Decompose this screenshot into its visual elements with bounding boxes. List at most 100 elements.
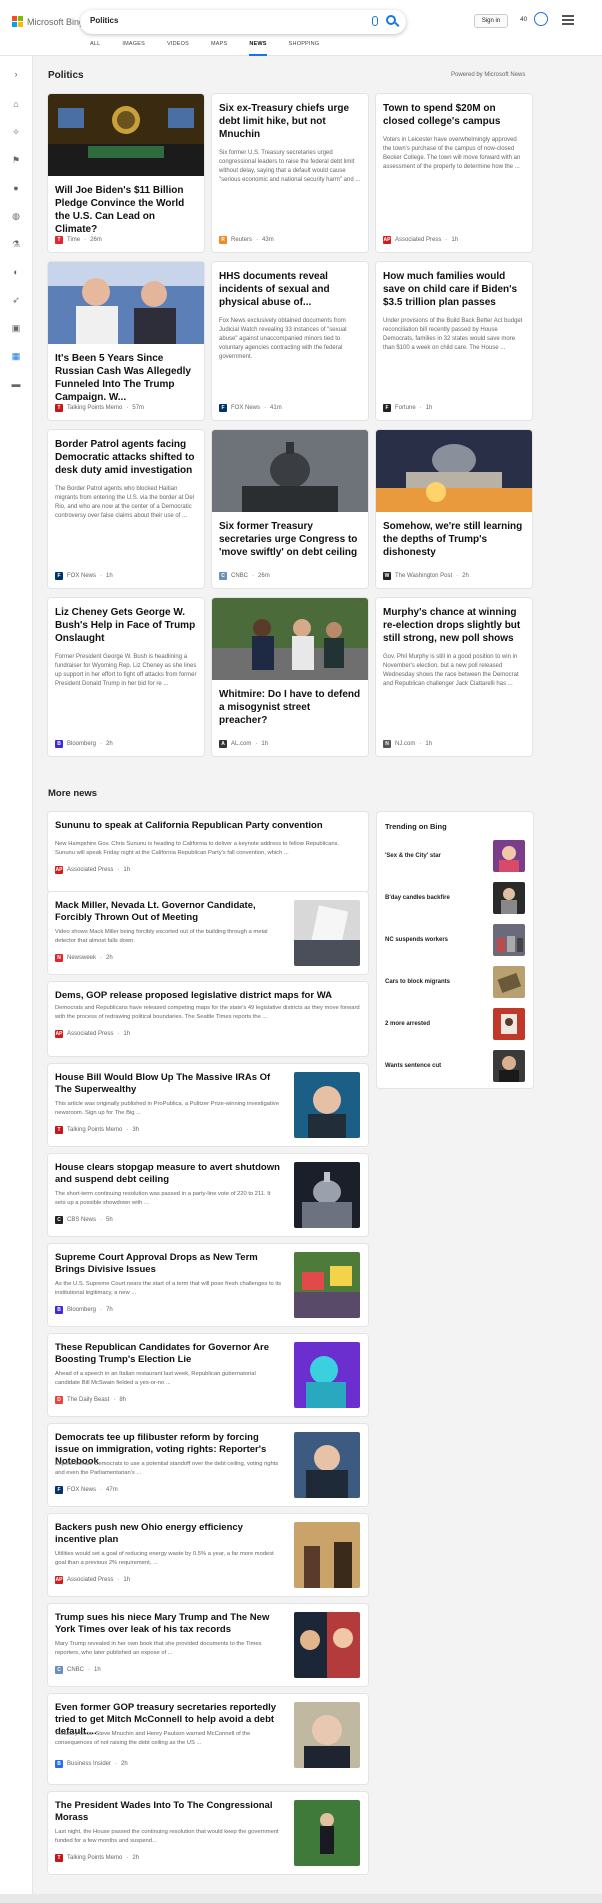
expand-chevron-icon[interactable]: › bbox=[10, 68, 22, 80]
card-title[interactable]: How much families would save on child ca… bbox=[376, 270, 532, 309]
cnbc-logo-icon: C bbox=[219, 572, 227, 580]
politics-icon[interactable]: ▦ bbox=[10, 350, 22, 362]
trending-label[interactable]: 'Sex & the City' star bbox=[385, 853, 441, 859]
item-title[interactable]: Mack Miller, Nevada Lt. Governor Candida… bbox=[55, 900, 282, 924]
sparkle-icon[interactable]: ✧ bbox=[10, 126, 22, 138]
news-thumbnail bbox=[294, 1162, 360, 1228]
search-input[interactable]: Politics bbox=[90, 16, 118, 25]
card-title[interactable]: Liz Cheney Gets George W. Bush's Help in… bbox=[48, 606, 204, 645]
news-list-item[interactable]: The President Wades Into To The Congress… bbox=[48, 1792, 368, 1874]
card-source: N NJ.com · 1h bbox=[383, 740, 432, 748]
news-list-item[interactable]: Supreme Court Approval Drops as New Term… bbox=[48, 1244, 368, 1326]
trending-item[interactable]: Cars to block migrants bbox=[385, 966, 529, 1000]
entertainment-icon[interactable]: ▣ bbox=[10, 322, 22, 334]
trending-item[interactable]: NC suspends workers bbox=[385, 924, 529, 958]
card-title[interactable]: Six ex-Treasury chiefs urge debt limit h… bbox=[212, 102, 368, 141]
card-title[interactable]: Town to spend $20M on closed college's c… bbox=[376, 102, 532, 128]
news-list-item[interactable]: Sununu to speak at California Republican… bbox=[48, 812, 368, 892]
tab-shopping[interactable]: SHOPPING bbox=[289, 41, 320, 56]
news-card[interactable]: Somehow, we're still learning the depths… bbox=[376, 430, 532, 588]
item-title[interactable]: House Bill Would Blow Up The Massive IRA… bbox=[55, 1072, 282, 1096]
source-time: 43m bbox=[262, 237, 274, 243]
bing-logo[interactable]: Microsoft Bing bbox=[12, 16, 84, 27]
trending-item[interactable]: 2 more arrested bbox=[385, 1008, 529, 1042]
tab-images[interactable]: IMAGES bbox=[122, 41, 145, 56]
tab-maps[interactable]: MAPS bbox=[211, 41, 227, 56]
news-list-item[interactable]: House Bill Would Blow Up The Massive IRA… bbox=[48, 1064, 368, 1146]
news-card[interactable]: Liz Cheney Gets George W. Bush's Help in… bbox=[48, 598, 204, 756]
microphone-icon[interactable] bbox=[372, 16, 378, 26]
news-list-item[interactable]: These Republican Candidates for Governor… bbox=[48, 1334, 368, 1416]
news-list-item[interactable]: Trump sues his niece Mary Trump and The … bbox=[48, 1604, 368, 1686]
search-icon[interactable] bbox=[386, 15, 396, 25]
news-card[interactable]: How much families would save on child ca… bbox=[376, 262, 532, 420]
item-source: N Newsweek · 2h bbox=[55, 954, 113, 962]
menu-icon[interactable] bbox=[562, 15, 574, 27]
item-title[interactable]: Supreme Court Approval Drops as New Term… bbox=[55, 1252, 282, 1276]
sign-in-button[interactable]: Sign in bbox=[474, 14, 508, 28]
flag-icon[interactable]: ⚑ bbox=[10, 154, 22, 166]
trending-item[interactable]: 'Sex & the City' star bbox=[385, 840, 529, 874]
trending-label[interactable]: 2 more arrested bbox=[385, 1021, 430, 1027]
news-card[interactable]: Murphy's chance at winning re-election d… bbox=[376, 598, 532, 756]
news-card[interactable]: HHS documents reveal incidents of sexual… bbox=[212, 262, 368, 420]
news-card[interactable]: Will Joe Biden's $11 Billion Pledge Conv… bbox=[48, 94, 204, 252]
news-list-item[interactable]: House clears stopgap measure to avert sh… bbox=[48, 1154, 368, 1236]
trending-item[interactable]: B'day candles backfire bbox=[385, 882, 529, 916]
sports-icon[interactable]: ◐ bbox=[10, 266, 22, 278]
card-title[interactable]: Border Patrol agents facing Democratic a… bbox=[48, 438, 204, 477]
news-card[interactable]: It's Been 5 Years Since Russian Cash Was… bbox=[48, 262, 204, 420]
item-title[interactable]: Trump sues his niece Mary Trump and The … bbox=[55, 1612, 282, 1636]
science-icon[interactable]: ⚗ bbox=[10, 238, 22, 250]
card-title[interactable]: Murphy's chance at winning re-election d… bbox=[376, 606, 532, 645]
money-icon[interactable]: ▬ bbox=[10, 378, 22, 390]
tab-news[interactable]: NEWS bbox=[249, 41, 267, 56]
item-title[interactable]: These Republican Candidates for Governor… bbox=[55, 1342, 282, 1366]
trending-label[interactable]: B'day candles backfire bbox=[385, 895, 450, 901]
news-list-item[interactable]: Democrats tee up filibuster reform by fo… bbox=[48, 1424, 368, 1506]
item-source: AP Associated Press · 1h bbox=[55, 1576, 131, 1584]
trending-item[interactable]: Wants sentence cut bbox=[385, 1050, 529, 1084]
news-card[interactable]: Whitmire: Do I have to defend a misogyni… bbox=[212, 598, 368, 756]
item-title[interactable]: Backers push new Ohio energy efficiency … bbox=[55, 1522, 282, 1546]
card-desc: The Border Patrol agents who blocked Hai… bbox=[55, 486, 195, 519]
card-title[interactable]: Will Joe Biden's $11 Billion Pledge Conv… bbox=[48, 184, 204, 236]
news-card[interactable]: Six ex-Treasury chiefs urge debt limit h… bbox=[212, 94, 368, 252]
location-icon[interactable]: ● bbox=[10, 182, 22, 194]
tab-all[interactable]: ALL bbox=[90, 41, 100, 56]
item-title[interactable]: Dems, GOP release proposed legislative d… bbox=[55, 990, 360, 1002]
home-icon[interactable]: ⌂ bbox=[10, 98, 22, 110]
news-card[interactable]: Border Patrol agents facing Democratic a… bbox=[48, 430, 204, 588]
news-card[interactable]: Town to spend $20M on closed college's c… bbox=[376, 94, 532, 252]
card-source: T Talking Points Memo · 57m bbox=[55, 404, 144, 412]
rewards-icon[interactable] bbox=[534, 12, 548, 26]
globe-icon[interactable]: ◍ bbox=[10, 210, 22, 222]
rocket-icon[interactable]: ➶ bbox=[10, 294, 22, 306]
tab-videos[interactable]: VIDEOS bbox=[167, 41, 189, 56]
news-list-item[interactable]: Dems, GOP release proposed legislative d… bbox=[48, 982, 368, 1056]
news-list-item[interactable]: Backers push new Ohio energy efficiency … bbox=[48, 1514, 368, 1596]
capitol-photo bbox=[212, 430, 368, 512]
source-time: 1h bbox=[94, 1667, 101, 1673]
item-title[interactable]: Sununu to speak at California Republican… bbox=[55, 820, 360, 832]
trending-label[interactable]: NC suspends workers bbox=[385, 937, 448, 943]
rewards-points[interactable]: 40 bbox=[520, 16, 527, 23]
item-title[interactable]: The President Wades Into To The Congress… bbox=[55, 1800, 282, 1824]
source-name: Associated Press bbox=[395, 237, 442, 243]
card-title[interactable]: It's Been 5 Years Since Russian Cash Was… bbox=[48, 352, 204, 404]
item-desc: Last night, the House passed the continu… bbox=[55, 1829, 279, 1844]
un-assembly-photo bbox=[48, 94, 204, 176]
trending-label[interactable]: Wants sentence cut bbox=[385, 1063, 441, 1069]
card-title[interactable]: Six former Treasury secretaries urge Con… bbox=[212, 520, 368, 559]
news-list-item[interactable]: Even former GOP treasury secretaries rep… bbox=[48, 1694, 368, 1784]
news-list-item[interactable]: Mack Miller, Nevada Lt. Governor Candida… bbox=[48, 892, 368, 974]
card-title[interactable]: Somehow, we're still learning the depths… bbox=[376, 520, 532, 559]
trending-label[interactable]: Cars to block migrants bbox=[385, 979, 450, 985]
item-title[interactable]: House clears stopgap measure to avert sh… bbox=[55, 1162, 282, 1186]
news-card[interactable]: Six former Treasury secretaries urge Con… bbox=[212, 430, 368, 588]
card-title[interactable]: HHS documents reveal incidents of sexual… bbox=[212, 270, 368, 309]
street-preacher-photo bbox=[212, 598, 368, 680]
search-box[interactable]: Politics bbox=[80, 10, 406, 34]
card-title[interactable]: Whitmire: Do I have to defend a misogyni… bbox=[212, 688, 368, 727]
card-source: F Fortune · 1h bbox=[383, 404, 432, 412]
